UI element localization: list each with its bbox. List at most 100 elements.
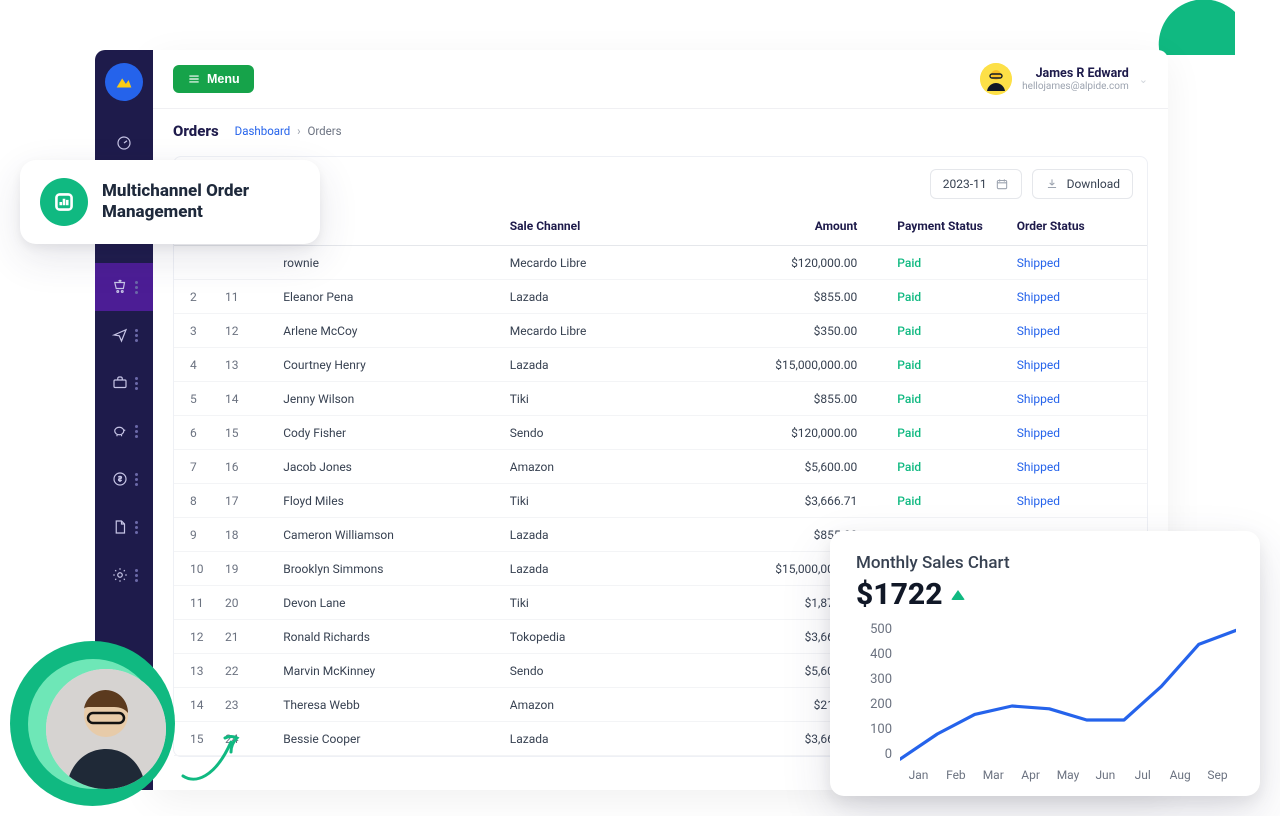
menu-label: Menu [207,72,240,86]
more-icon [135,521,138,534]
customer-name: Cameron Williamson [273,518,500,552]
customer-name: Bessie Cooper [273,722,500,756]
payment-status: Paid [877,484,1006,518]
sale-channel: Lazada [500,722,705,756]
sale-channel: Mecardo Libre [500,246,705,280]
customer-name: Cody Fisher [273,416,500,450]
sidebar-item-orders[interactable] [95,263,153,311]
customer-name: Arlene McCoy [273,314,500,348]
row-index-b: 21 [215,620,273,654]
sidebar-item-shop[interactable] [95,359,153,407]
arrow-scribble-icon [175,728,245,792]
period-picker[interactable]: 2023-11 [930,169,1022,199]
line-chart: 5004003002001000 JanFebMarAprMayJunJulAu… [856,622,1236,782]
sale-channel: Tiki [500,484,705,518]
sale-channel: Lazada [500,552,705,586]
x-tick: Jul [1124,768,1161,782]
period-value: 2023-11 [943,177,987,191]
th-payment: Payment Status [877,209,1006,246]
breadcrumb-current: Orders [307,124,341,138]
y-tick: 300 [870,672,892,687]
row-index-b: 23 [215,688,273,722]
sale-channel: Tiki [500,382,705,416]
user-email: hellojames@alpide.com [1022,81,1129,92]
table-row[interactable]: 211Eleanor PenaLazada$855.00PaidShipped [174,280,1147,314]
sidebar-item-savings[interactable] [95,407,153,455]
sale-channel: Lazada [500,518,705,552]
more-icon [135,377,138,390]
customer-name: Marvin McKinney [273,654,500,688]
customer-name: Theresa Webb [273,688,500,722]
breadcrumb-root[interactable]: Dashboard [235,124,291,138]
hamburger-icon [187,72,201,86]
order-status: Shipped [1007,348,1147,382]
user-menu[interactable]: James R Edward hellojames@alpide.com ⌄ [980,63,1148,95]
sidebar-item-send[interactable] [95,311,153,359]
row-index-b: 17 [215,484,273,518]
order-status: Shipped [1007,416,1147,450]
chevron-down-icon: ⌄ [1139,73,1148,86]
table-row[interactable]: 514Jenny WilsonTiki$855.00PaidShipped [174,382,1147,416]
y-tick: 400 [870,647,892,662]
chart-bars-icon [40,178,88,226]
more-icon [135,329,138,342]
gauge-icon [115,134,133,152]
row-index-a: 5 [174,382,215,416]
payment-status: Paid [877,416,1006,450]
download-label: Download [1067,177,1120,191]
download-button[interactable]: Download [1032,169,1133,199]
order-status: Shipped [1007,280,1147,314]
sidebar-item-settings[interactable] [95,551,153,599]
customer-name: Brooklyn Simmons [273,552,500,586]
amount: $3,666.71 [705,484,878,518]
download-icon [1045,177,1059,191]
sidebar-item-reports[interactable] [95,503,153,551]
customer-name: Floyd Miles [273,484,500,518]
monthly-sales-card: Monthly Sales Chart $1722 50040030020010… [830,531,1260,796]
cart-icon [111,278,129,296]
row-index-b: 14 [215,382,273,416]
file-icon [111,518,129,536]
logo[interactable] [105,63,143,101]
amount: $120,000.00 [705,246,878,280]
sale-channel: Sendo [500,654,705,688]
table-row[interactable]: 312Arlene McCoyMecardo Libre$350.00PaidS… [174,314,1147,348]
table-row[interactable]: 716Jacob JonesAmazon$5,600.00PaidShipped [174,450,1147,484]
chart-title: Monthly Sales Chart [856,553,1234,573]
row-index-b: 12 [215,314,273,348]
x-tick: Aug [1162,768,1199,782]
amount: $15,000,000.00 [705,348,878,382]
avatar [980,63,1012,95]
row-index-a: 4 [174,348,215,382]
paper-plane-icon [111,326,129,344]
y-tick: 500 [870,622,892,637]
row-index-b: 18 [215,518,273,552]
sale-channel: Sendo [500,416,705,450]
order-status: Shipped [1007,450,1147,484]
row-index-b: 22 [215,654,273,688]
sale-channel: Mecardo Libre [500,314,705,348]
table-row[interactable]: 413Courtney HenryLazada$15,000,000.00Pai… [174,348,1147,382]
more-icon [135,569,138,582]
trend-up-icon [951,590,965,600]
more-icon [135,425,138,438]
order-status: Shipped [1007,382,1147,416]
x-tick: Jun [1087,768,1124,782]
customer-name: Courtney Henry [273,348,500,382]
row-index-a: 7 [174,450,215,484]
page-header: Orders Dashboard › Orders [153,109,1168,146]
topbar: Menu James R Edward hellojames@alpide.co… [153,50,1168,109]
calendar-icon [995,177,1009,191]
x-tick: Apr [1012,768,1049,782]
gear-icon [111,566,129,584]
user-name: James R Edward [1022,66,1129,81]
table-row[interactable]: rownieMecardo Libre$120,000.00PaidShippe… [174,246,1147,280]
customer-name: rownie [273,246,500,280]
sale-channel: Amazon [500,688,705,722]
table-row[interactable]: 615Cody FisherSendo$120,000.00PaidShippe… [174,416,1147,450]
table-row[interactable]: 817Floyd MilesTiki$3,666.71PaidShipped [174,484,1147,518]
sale-channel: Lazada [500,280,705,314]
sale-channel: Tiki [500,586,705,620]
menu-button[interactable]: Menu [173,65,254,93]
sidebar-item-billing[interactable] [95,455,153,503]
